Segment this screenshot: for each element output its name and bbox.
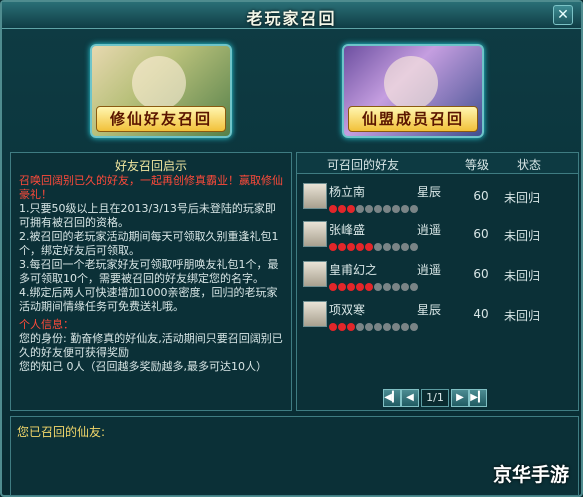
table-row[interactable]: 皇甫幻之 逍遥 60 未回归 (299, 259, 575, 291)
heart-icon (338, 243, 346, 251)
heart-icon (410, 323, 418, 331)
heart-icon (365, 205, 373, 213)
heart-icon (347, 243, 355, 251)
heart-icon (356, 323, 364, 331)
title-bar: 老玩家召回 ✕ (2, 2, 581, 29)
heart-icon (329, 243, 337, 251)
avatar (303, 261, 327, 287)
identity-line: 您的身份: 勤奋修真的好仙友,活动期间只要召回阔别已久的好友便可获得奖励 (19, 332, 283, 359)
heart-icon (356, 205, 364, 213)
heart-icon (347, 283, 355, 291)
avatar (303, 301, 327, 327)
heart-icon (401, 205, 409, 213)
table-row[interactable]: 张峰盛 逍遥 60 未回归 (299, 219, 575, 251)
col-status: 状态 (517, 158, 542, 172)
character-portrait-icon (132, 56, 186, 110)
first-page-button[interactable]: ◀▎ (383, 389, 401, 407)
friend-level: 40 (473, 307, 489, 321)
friend-status: 未回归 (504, 309, 541, 323)
table-row[interactable]: 杨立南 星辰 60 未回归 (299, 181, 575, 213)
info-title: 好友召回启示 (114, 159, 187, 173)
heart-icon (410, 243, 418, 251)
heart-icon (374, 243, 382, 251)
heart-icon (374, 283, 382, 291)
watermark: 京华手游 (492, 464, 569, 486)
heart-icon (374, 205, 382, 213)
heart-icon (401, 323, 409, 331)
intimacy-hearts (329, 276, 419, 291)
heart-icon (347, 323, 355, 331)
banner-label: 仙盟成员召回 (348, 106, 478, 132)
character-portrait-icon (384, 56, 438, 110)
friend-rank: 星辰 (417, 185, 442, 199)
heart-icon (365, 243, 373, 251)
window-title: 老玩家召回 (246, 9, 337, 28)
avatar (303, 221, 327, 247)
heart-icon (374, 323, 382, 331)
friend-status: 未回归 (504, 229, 541, 243)
heart-icon (410, 283, 418, 291)
heart-icon (356, 243, 364, 251)
heart-icon (383, 283, 391, 291)
heart-icon (347, 205, 355, 213)
dialog-window: 老玩家召回 ✕ 修仙好友召回 仙盟成员召回 好友召回启示 召唤回阔别已久的好友，… (0, 0, 583, 497)
heart-icon (410, 205, 418, 213)
intimacy-hearts (329, 198, 419, 213)
heart-icon (392, 243, 400, 251)
heart-icon (338, 323, 346, 331)
avatar (303, 183, 327, 209)
friend-status: 未回归 (504, 191, 541, 205)
heart-icon (356, 283, 364, 291)
friend-level: 60 (473, 189, 489, 203)
recalled-friends-label: 您已召回的仙友: (17, 425, 106, 439)
rule-item: 1.只要50级以上且在2013/3/13号后未登陆的玩家即可拥有被召回的资格。 (19, 202, 276, 229)
intimacy-hearts (329, 316, 419, 331)
banner-label: 修仙好友召回 (96, 106, 226, 132)
prev-page-button[interactable]: ◀ (401, 389, 419, 407)
heart-icon (392, 205, 400, 213)
heart-icon (338, 283, 346, 291)
heart-icon (383, 243, 391, 251)
next-page-button[interactable]: ▶ (451, 389, 469, 407)
page-indicator: 1/1 (421, 389, 449, 407)
rule-item: 4.绑定后两人可快速增加1000亲密度，回归的老玩家活动期间情缘任务可免费送礼哦… (19, 286, 278, 313)
friend-count-line: 您的知己 0人（召回越多奖励越多,最多可达10人） (19, 360, 267, 373)
rule-item: 3.每召回一个老玩家好友可领取呼朋唤友礼包1个，最多可领取10个，需要被召回的好… (19, 258, 279, 285)
heart-icon (383, 205, 391, 213)
col-friend: 可召回的好友 (327, 158, 400, 172)
table-header: 可召回的好友 等级 状态 (297, 153, 578, 174)
cultivation-friend-recall-banner[interactable]: 修仙好友召回 (90, 44, 232, 138)
friend-rank: 逍遥 (417, 263, 442, 277)
heart-icon (365, 283, 373, 291)
personal-info-title: 个人信息： (19, 318, 74, 331)
heart-icon (329, 205, 337, 213)
heart-icon (401, 283, 409, 291)
intimacy-hearts (329, 236, 419, 251)
close-button[interactable]: ✕ (553, 5, 573, 25)
heart-icon (383, 323, 391, 331)
rule-item: 2.被召回的老玩家活动期间每天可领取久别重逢礼包1个，绑定好友后可领取。 (19, 230, 279, 257)
friend-rank: 逍遥 (417, 223, 442, 237)
heart-icon (329, 283, 337, 291)
heart-icon (329, 323, 337, 331)
last-page-button[interactable]: ▶▎ (469, 389, 487, 407)
heart-icon (338, 205, 346, 213)
heart-icon (401, 243, 409, 251)
col-level: 等级 (465, 158, 490, 172)
heart-icon (392, 323, 400, 331)
friend-level: 60 (473, 227, 489, 241)
friend-status: 未回归 (504, 269, 541, 283)
friend-table-panel: 可召回的好友 等级 状态 杨立南 星辰 60 未回归 张峰盛 逍遥 60 未回归… (296, 152, 579, 411)
friend-level: 60 (473, 267, 489, 281)
heart-icon (365, 323, 373, 331)
heart-icon (392, 283, 400, 291)
recall-info-panel: 好友召回启示 召唤回阔别已久的好友，一起再创修真霸业！赢取修仙豪礼！ 1.只要5… (10, 152, 292, 411)
table-row[interactable]: 项双寒 星辰 40 未回归 (299, 299, 575, 331)
alliance-member-recall-banner[interactable]: 仙盟成员召回 (342, 44, 484, 138)
info-intro: 召唤回阔别已久的好友，一起再创修真霸业！赢取修仙豪礼！ (19, 174, 283, 201)
friend-rank: 星辰 (417, 303, 442, 317)
